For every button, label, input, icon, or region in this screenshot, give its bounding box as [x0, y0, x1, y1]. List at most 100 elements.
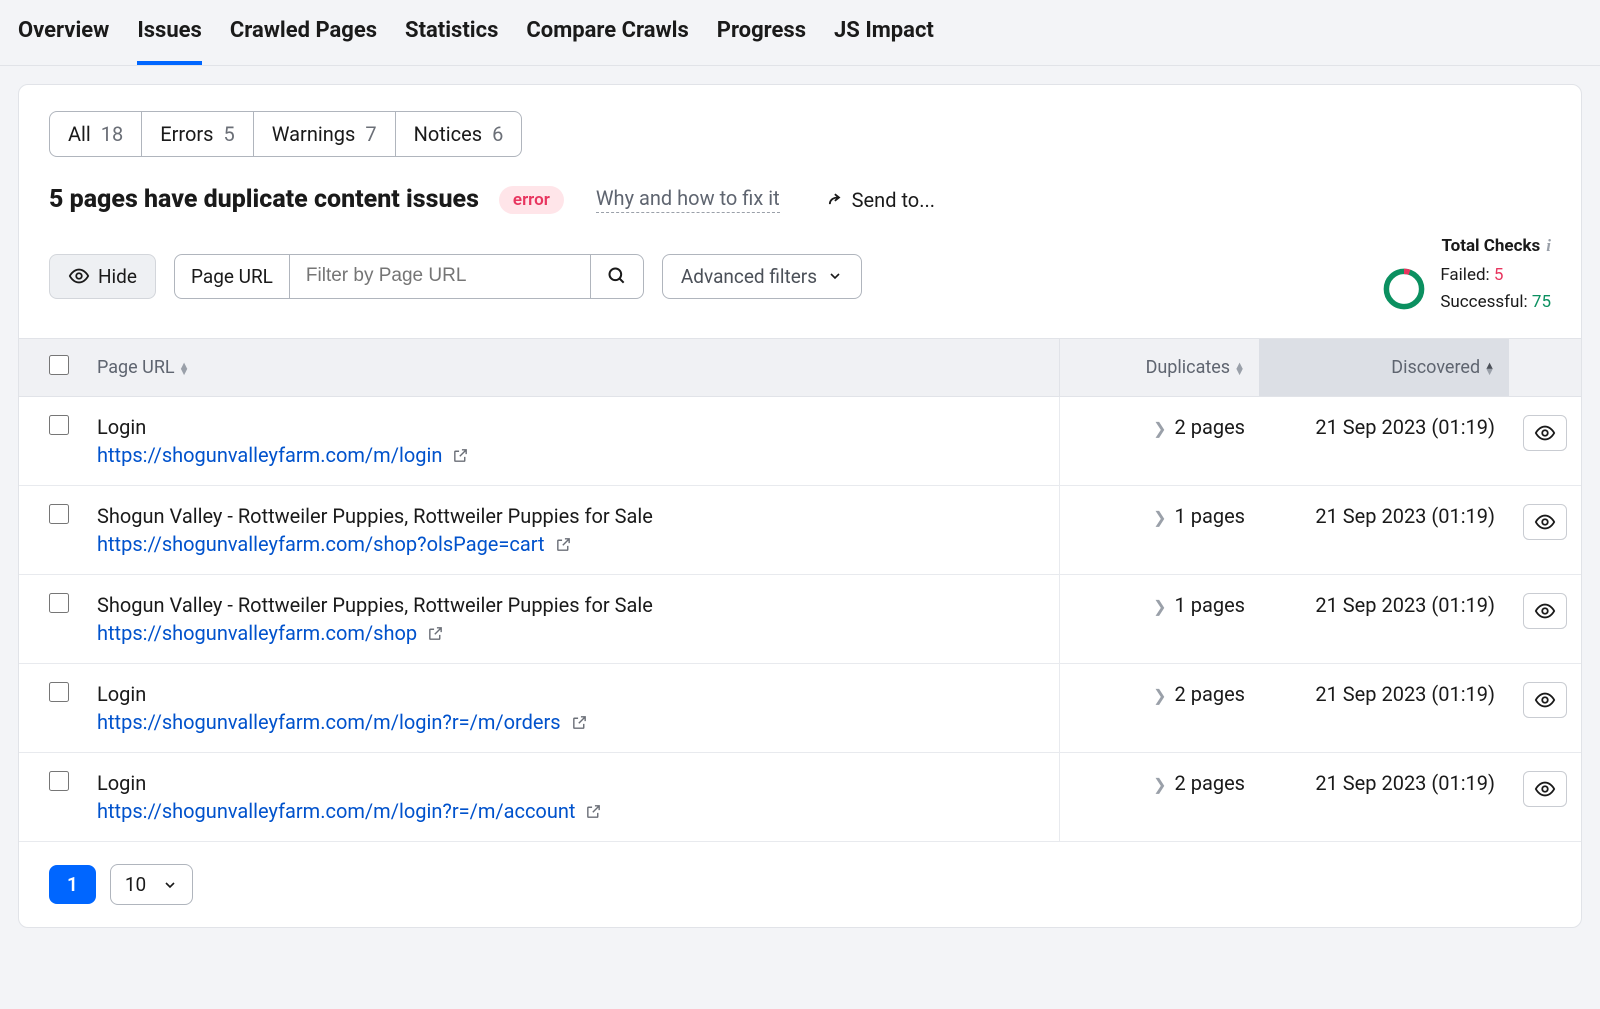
- col-label: Duplicates: [1146, 357, 1231, 378]
- view-button[interactable]: [1523, 415, 1567, 451]
- row-page-url[interactable]: https://shogunvalleyfarm.com/shop: [97, 621, 1045, 645]
- table-row: Loginhttps://shogunvalleyfarm.com/m/logi…: [19, 753, 1581, 842]
- col-label: Page URL: [97, 357, 175, 378]
- row-page-url[interactable]: https://shogunvalleyfarm.com/m/login: [97, 443, 1045, 467]
- filter-errors[interactable]: Errors 5: [142, 111, 253, 157]
- row-page-url[interactable]: https://shogunvalleyfarm.com/m/login?r=/…: [97, 710, 1045, 734]
- external-link-icon[interactable]: [452, 447, 469, 464]
- success-count: 75: [1532, 292, 1551, 312]
- row-discovered: 21 Sep 2023 (01:19): [1315, 504, 1495, 528]
- total-checks-body: Failed: 5 Successful: 75: [1382, 262, 1551, 316]
- tab-crawled-pages[interactable]: Crawled Pages: [230, 18, 377, 65]
- eye-icon: [1534, 778, 1556, 800]
- adv-filters-label: Advanced filters: [681, 265, 817, 288]
- col-duplicates[interactable]: Duplicates▲▼: [1059, 339, 1259, 397]
- row-checkbox[interactable]: [49, 771, 69, 791]
- tab-overview[interactable]: Overview: [18, 18, 109, 65]
- filter-warnings[interactable]: Warnings 7: [254, 111, 396, 157]
- view-button[interactable]: [1523, 593, 1567, 629]
- eye-icon: [68, 265, 90, 287]
- row-checkbox[interactable]: [49, 504, 69, 524]
- tab-issues[interactable]: Issues: [137, 18, 202, 65]
- issues-table: Page URL▲▼ Duplicates▲▼ Discovered▲▼ Log…: [19, 338, 1581, 842]
- table-row: Login https://shogunvalleyfarm.com/m/logi…: [19, 397, 1581, 486]
- col-discovered[interactable]: Discovered ▲▼: [1259, 339, 1509, 397]
- page-1-button[interactable]: 1: [49, 865, 96, 904]
- tab-js-impact[interactable]: JS Impact: [834, 18, 934, 65]
- main-tabs: Overview Issues Crawled Pages Statistics…: [0, 0, 1600, 66]
- external-link-icon[interactable]: [585, 803, 602, 820]
- search-icon: [607, 266, 627, 286]
- external-link-icon[interactable]: [555, 536, 572, 553]
- info-icon[interactable]: i: [1546, 236, 1551, 256]
- view-button[interactable]: [1523, 504, 1567, 540]
- issue-type-filters: All 18 Errors 5 Warnings 7 Notices 6: [19, 85, 1581, 157]
- row-checkbox[interactable]: [49, 682, 69, 702]
- why-and-how-link[interactable]: Why and how to fix it: [596, 186, 780, 213]
- row-checkbox[interactable]: [49, 415, 69, 435]
- failed-label: Failed:: [1440, 265, 1489, 285]
- row-page-url[interactable]: https://shogunvalleyfarm.com/m/login?r=/…: [97, 799, 1045, 823]
- checks-ring-icon: [1382, 267, 1426, 311]
- total-checks-title: Total Checks i: [1382, 236, 1551, 256]
- row-discovered: 21 Sep 2023 (01:19): [1315, 415, 1495, 439]
- sort-icon: ▲▼: [1234, 363, 1245, 374]
- row-duplicates: 1 pages: [1175, 593, 1245, 617]
- row-discovered: 21 Sep 2023 (01:19): [1315, 593, 1495, 617]
- row-discovered: 21 Sep 2023 (01:19): [1315, 682, 1495, 706]
- filter-label: Errors: [160, 122, 213, 146]
- advanced-filters-button[interactable]: Advanced filters: [662, 254, 862, 299]
- success-label: Successful:: [1440, 292, 1527, 312]
- sort-icon: ▲▼: [179, 363, 190, 374]
- url-filter-label: Page URL: [175, 255, 290, 298]
- eye-icon: [1534, 689, 1556, 711]
- row-page-url[interactable]: https://shogunvalleyfarm.com/shop?olsPag…: [97, 532, 1045, 556]
- view-button[interactable]: [1523, 682, 1567, 718]
- filter-label: Notices: [414, 122, 482, 146]
- row-duplicates: 1 pages: [1175, 504, 1245, 528]
- row-checkbox[interactable]: [49, 593, 69, 613]
- chevron-right-icon[interactable]: ❯: [1153, 508, 1166, 527]
- failed-count: 5: [1494, 265, 1504, 285]
- tab-statistics[interactable]: Statistics: [405, 18, 498, 65]
- sort-icon: ▲▼: [1484, 363, 1495, 374]
- controls-row: Hide Page URL Advanced filters To: [19, 214, 1581, 338]
- tab-compare-crawls[interactable]: Compare Crawls: [526, 18, 688, 65]
- view-button[interactable]: [1523, 771, 1567, 807]
- row-discovered: 21 Sep 2023 (01:19): [1315, 771, 1495, 795]
- filter-all[interactable]: All 18: [49, 111, 142, 157]
- send-to-button[interactable]: Send to...: [824, 188, 935, 212]
- chevron-right-icon[interactable]: ❯: [1153, 775, 1166, 794]
- select-all-checkbox[interactable]: [49, 355, 69, 375]
- row-page-title: Shogun Valley - Rottweiler Puppies, Rott…: [97, 504, 1045, 528]
- url-filter-search-button[interactable]: [590, 255, 643, 298]
- chevron-right-icon[interactable]: ❯: [1153, 686, 1166, 705]
- url-filter-input[interactable]: [290, 255, 590, 298]
- filter-notices[interactable]: Notices 6: [396, 111, 523, 157]
- external-link-icon[interactable]: [427, 625, 444, 642]
- filter-count: 6: [492, 122, 503, 146]
- row-page-title: Shogun Valley - Rottweiler Puppies, Rott…: [97, 593, 1045, 617]
- row-page-title: Login: [97, 415, 1045, 439]
- chevron-down-icon: [827, 268, 843, 284]
- controls-left: Hide Page URL Advanced filters: [49, 254, 862, 299]
- col-page-url[interactable]: Page URL ▲▼: [83, 339, 1059, 397]
- external-link-icon[interactable]: [571, 714, 588, 731]
- issue-heading: 5 pages have duplicate content issues: [49, 185, 479, 214]
- chevron-right-icon[interactable]: ❯: [1153, 419, 1166, 438]
- hide-button[interactable]: Hide: [49, 254, 156, 299]
- send-to-label: Send to...: [852, 188, 935, 212]
- col-label: Discovered: [1391, 357, 1480, 378]
- filter-count: 7: [365, 122, 376, 146]
- page-size-value: 10: [125, 873, 146, 896]
- chevron-right-icon[interactable]: ❯: [1153, 597, 1166, 616]
- page-size-selector[interactable]: 10: [110, 864, 193, 905]
- table-row: Login https://shogunvalleyfarm.com/m/logi…: [19, 664, 1581, 753]
- issues-card: All 18 Errors 5 Warnings 7 Notices 6 5 p…: [18, 84, 1582, 928]
- tab-progress[interactable]: Progress: [717, 18, 806, 65]
- row-page-title: Login: [97, 682, 1045, 706]
- eye-icon: [1534, 511, 1556, 533]
- row-duplicates: 2 pages: [1175, 415, 1245, 439]
- row-duplicates: 2 pages: [1175, 771, 1245, 795]
- row-duplicates: 2 pages: [1175, 682, 1245, 706]
